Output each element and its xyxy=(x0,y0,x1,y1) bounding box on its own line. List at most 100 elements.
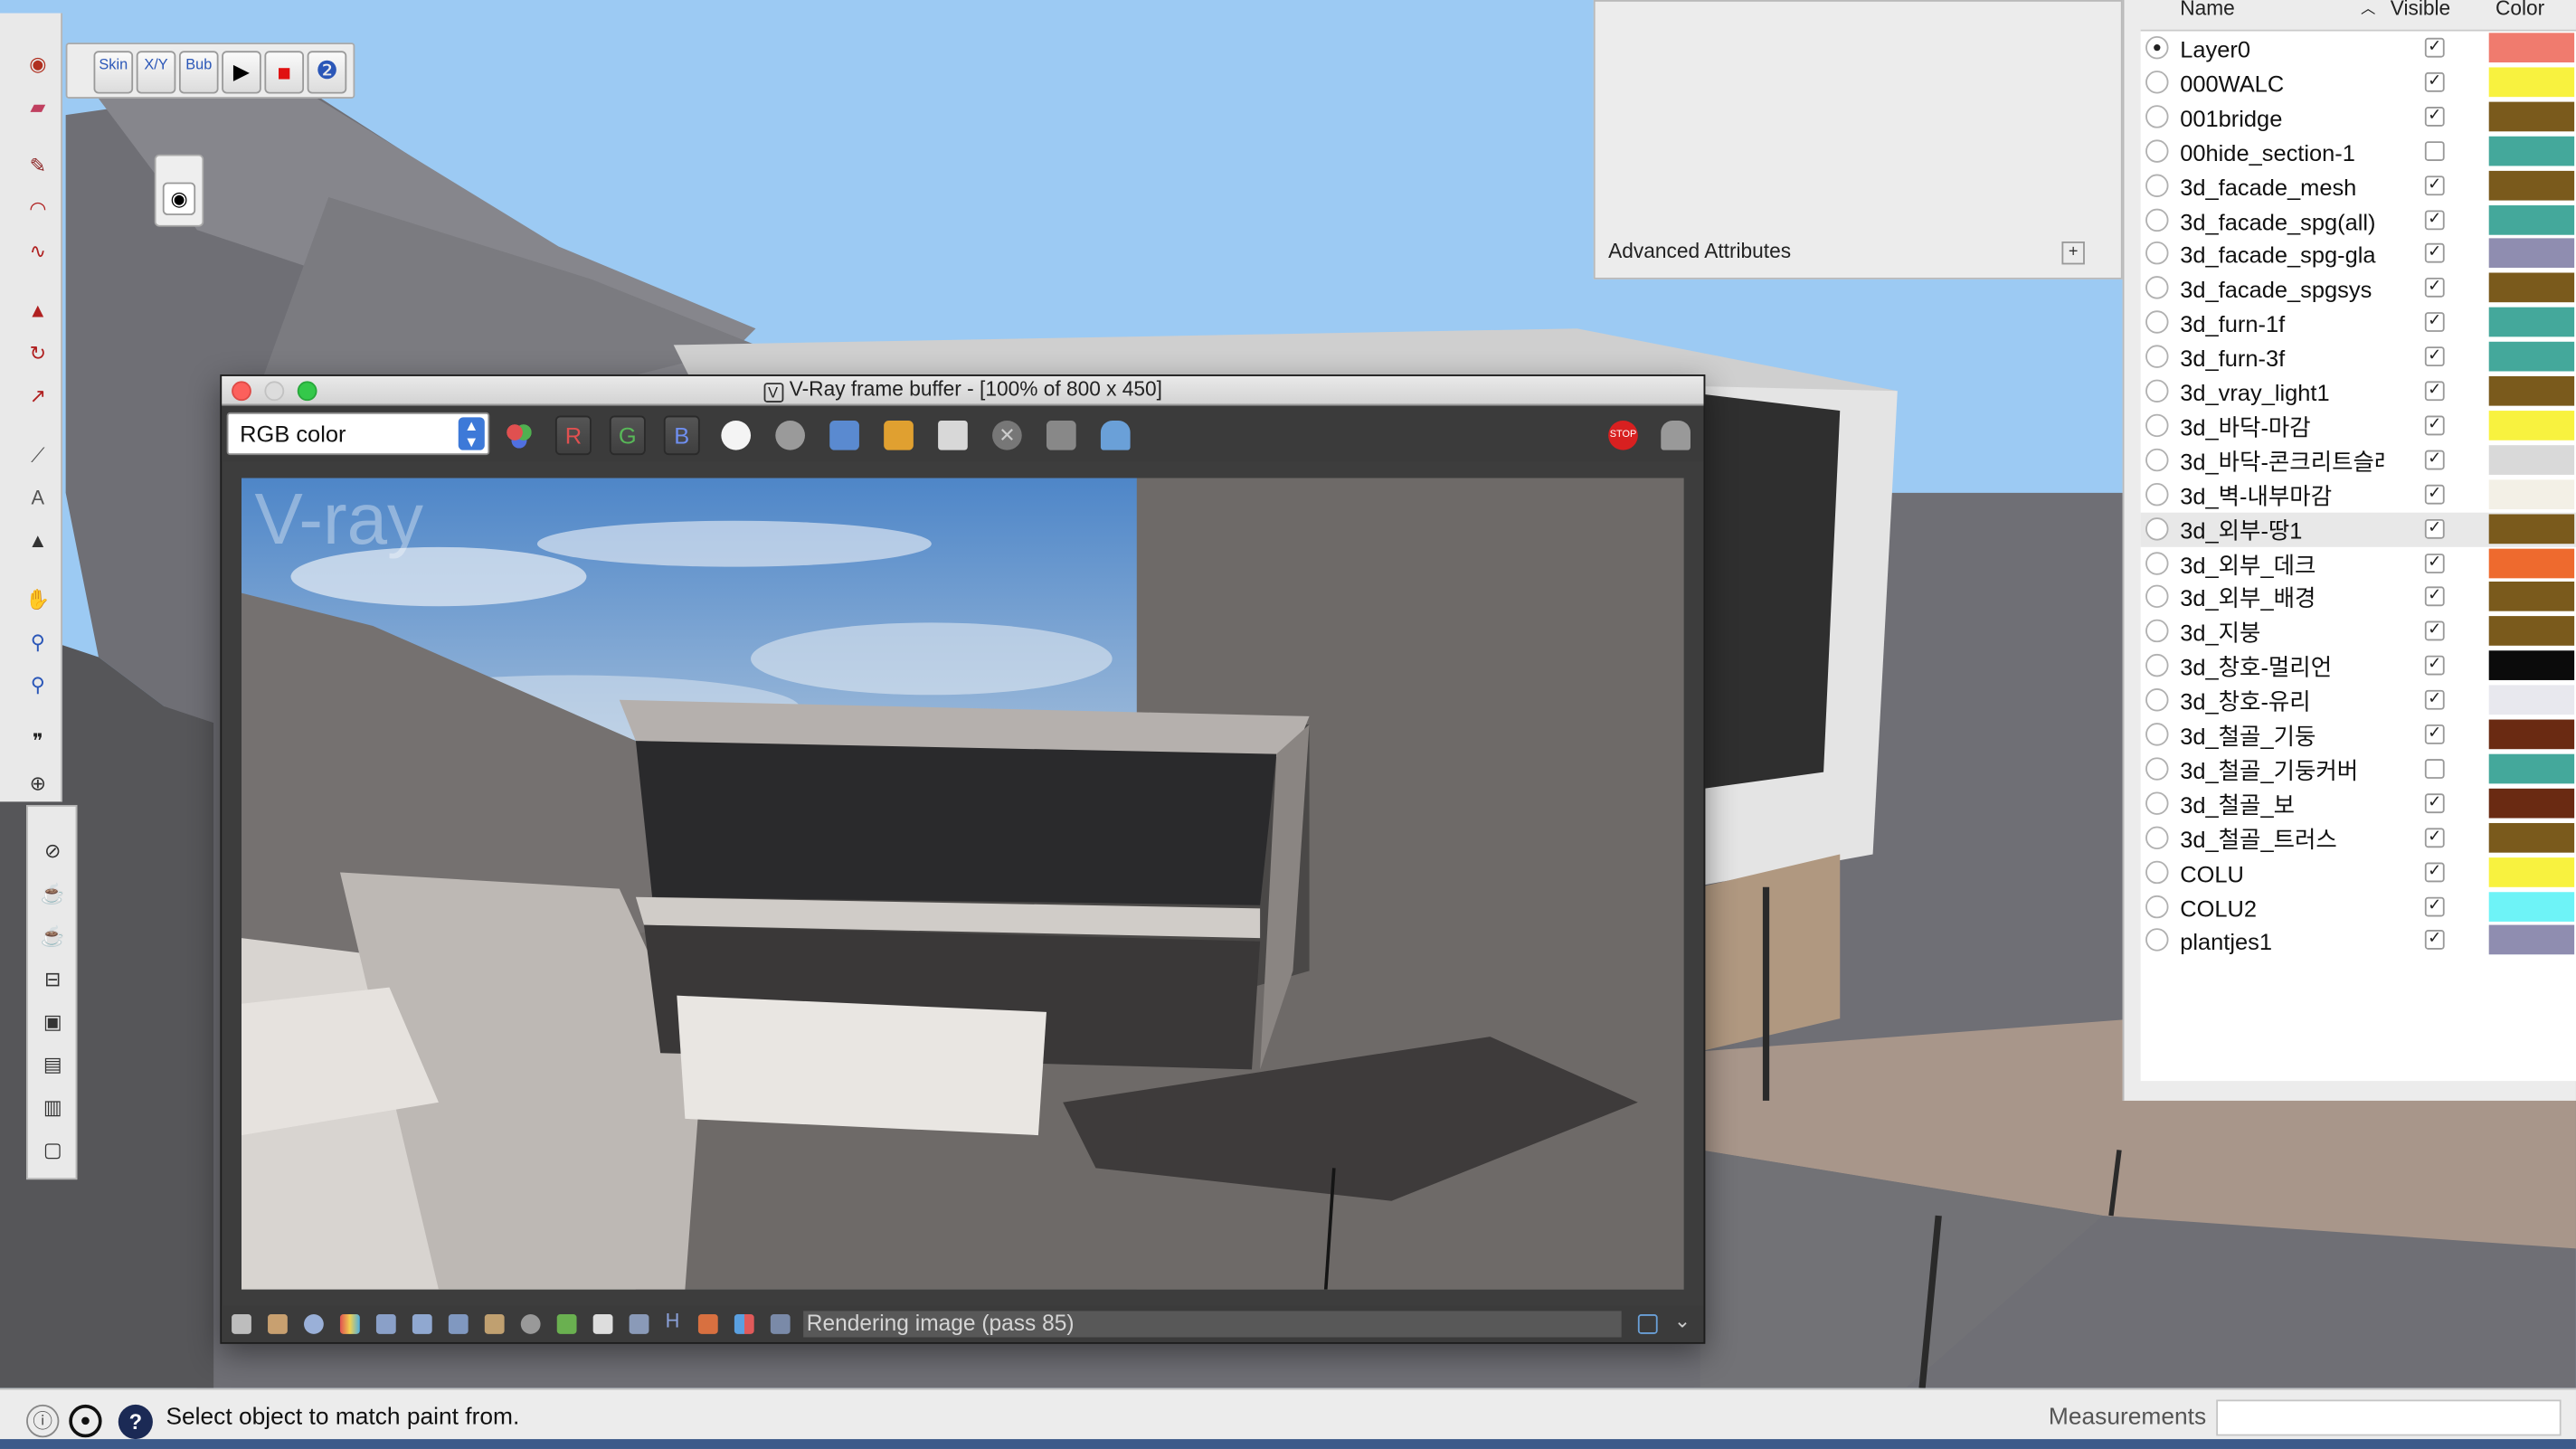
visible-checkbox[interactable]: ✓ xyxy=(2424,346,2445,367)
text-icon[interactable]: A xyxy=(23,483,52,513)
layer-row[interactable]: 00hide_section-1 xyxy=(2141,134,2576,168)
compare-icon[interactable] xyxy=(697,1314,718,1334)
visible-checkbox[interactable]: ✓ xyxy=(2424,930,2445,951)
layer-row[interactable]: 3d_furn-1f ✓ xyxy=(2141,306,2576,340)
visible-checkbox[interactable]: ✓ xyxy=(2424,484,2445,505)
active-layer-radio[interactable] xyxy=(2145,207,2169,232)
layer-color-swatch[interactable] xyxy=(2488,685,2575,715)
visible-checkbox[interactable]: ✓ xyxy=(2424,587,2445,607)
layer-color-swatch[interactable] xyxy=(2488,753,2575,784)
section-plane-icon[interactable]: ⊟ xyxy=(38,964,68,994)
layer-name[interactable]: 3d_창호-멀리언 xyxy=(2180,651,2383,684)
layer-name[interactable]: 3d_창호-유리 xyxy=(2180,686,2383,718)
layer-row[interactable]: 3d_벽-내부마감 ✓ xyxy=(2141,478,2576,512)
layer-color-swatch[interactable] xyxy=(2488,67,2575,97)
layer-color-swatch[interactable] xyxy=(2488,857,2575,887)
layer-row[interactable]: 3d_창호-유리 ✓ xyxy=(2141,684,2576,718)
visible-checkbox[interactable]: ✓ xyxy=(2424,106,2445,127)
layer-color-swatch[interactable] xyxy=(2488,925,2575,955)
window-icon[interactable] xyxy=(1637,1314,1658,1334)
color-correction-icon[interactable] xyxy=(339,1314,360,1334)
layer-name[interactable]: 3d_facade_spgsys xyxy=(2180,273,2383,306)
user-icon[interactable]: ● xyxy=(69,1404,102,1438)
layer-color-swatch[interactable] xyxy=(2488,582,2575,612)
layer-name[interactable]: 3d_외부_배경 xyxy=(2180,582,2383,615)
layer-color-swatch[interactable] xyxy=(2488,650,2575,681)
visible-checkbox[interactable]: ✓ xyxy=(2424,243,2445,264)
region-render-icon[interactable] xyxy=(1046,420,1076,450)
layer-name[interactable]: plantjes1 xyxy=(2180,925,2383,958)
dimension-icon[interactable]: ⟋ xyxy=(23,440,52,470)
visible-checkbox[interactable] xyxy=(2424,758,2445,779)
section-fill-icon[interactable]: ▥ xyxy=(38,1093,68,1122)
layer-row[interactable]: 3d_외부_배경 ✓ xyxy=(2141,581,2576,615)
visible-checkbox[interactable]: ✓ xyxy=(2424,792,2445,813)
layer-name[interactable]: 3d_바닥-마감 xyxy=(2180,411,2383,443)
layer-color-swatch[interactable] xyxy=(2488,33,2575,63)
layer-name[interactable]: 3d_vray_light1 xyxy=(2180,376,2383,409)
h-label[interactable]: H xyxy=(666,1310,680,1332)
active-layer-radio[interactable] xyxy=(2145,551,2169,574)
layer-color-swatch[interactable] xyxy=(2488,204,2575,234)
active-layer-radio[interactable] xyxy=(2145,620,2169,643)
freehand-icon[interactable]: ∿ xyxy=(23,237,52,267)
play-button[interactable]: ▶ xyxy=(222,51,261,94)
layer-name[interactable]: COLU xyxy=(2180,857,2383,889)
active-layer-radio[interactable] xyxy=(2145,688,2169,712)
layer-name[interactable]: 3d_furn-1f xyxy=(2180,308,2383,340)
gray-circle-icon[interactable] xyxy=(775,420,805,450)
active-layer-radio[interactable] xyxy=(2145,413,2169,437)
active-layer-radio[interactable] xyxy=(2145,516,2169,540)
active-layer-radio[interactable] xyxy=(2145,448,2169,471)
layer-row[interactable]: 3d_외부-땅1 ✓ xyxy=(2140,511,2576,547)
lock-icon[interactable]: ▢ xyxy=(38,1135,68,1165)
layer-name[interactable]: 3d_지붕 xyxy=(2180,617,2383,649)
active-layer-radio[interactable] xyxy=(2145,757,2169,781)
layer-name[interactable]: 3d_외부-땅1 xyxy=(2180,514,2383,546)
layer-color-swatch[interactable] xyxy=(2488,375,2575,406)
visible-checkbox[interactable]: ✓ xyxy=(2424,71,2445,92)
measurements-input[interactable] xyxy=(2216,1399,2562,1436)
color-channels-icon[interactable] xyxy=(504,420,535,450)
help-button[interactable]: ❷ xyxy=(307,51,347,94)
layer-row[interactable]: 3d_창호-멀리언 ✓ xyxy=(2141,649,2576,684)
active-layer-radio[interactable] xyxy=(2145,928,2169,952)
ocio-icon[interactable] xyxy=(629,1314,649,1334)
layer-color-swatch[interactable] xyxy=(2488,891,2575,922)
layer-row[interactable]: 3d_바닥-마감 ✓ xyxy=(2141,409,2576,443)
layer-color-swatch[interactable] xyxy=(2488,136,2575,166)
active-layer-radio[interactable] xyxy=(2145,585,2169,609)
help-icon[interactable]: ? xyxy=(118,1404,153,1440)
layer-name[interactable]: Layer0 xyxy=(2180,33,2383,65)
lut-icon[interactable] xyxy=(592,1314,613,1334)
save-icon[interactable] xyxy=(829,420,859,450)
layer-row[interactable]: 000WALC ✓ xyxy=(2141,65,2576,99)
active-layer-radio[interactable] xyxy=(2145,276,2169,300)
eye-icon[interactable]: ◉ xyxy=(162,182,196,215)
exposure-icon[interactable] xyxy=(484,1314,505,1334)
visible-checkbox[interactable] xyxy=(2424,140,2445,161)
layer-name[interactable]: 00hide_section-1 xyxy=(2180,136,2383,168)
arc-icon[interactable]: ◠ xyxy=(23,194,52,223)
layer-row[interactable]: Layer0 ✓ xyxy=(2141,32,2576,66)
layer-name[interactable]: 3d_벽-내부마감 xyxy=(2180,479,2383,512)
active-layer-radio[interactable] xyxy=(2145,482,2169,506)
layer-color-swatch[interactable] xyxy=(2488,513,2575,544)
layer-row[interactable]: 3d_vray_light1 ✓ xyxy=(2141,374,2576,409)
active-layer-radio[interactable] xyxy=(2145,723,2169,746)
layer-color-swatch[interactable] xyxy=(2488,616,2575,647)
layer-name[interactable]: 3d_철골_트러스 xyxy=(2180,822,2383,855)
layer-name[interactable]: 3d_철골_기둥 xyxy=(2180,720,2383,753)
crop-icon[interactable] xyxy=(770,1314,791,1334)
layer-name[interactable]: 000WALC xyxy=(2180,67,2383,99)
visible-checkbox[interactable]: ✓ xyxy=(2424,37,2445,58)
layer-color-swatch[interactable] xyxy=(2488,273,2575,303)
zoom-window-icon[interactable]: ⚲ xyxy=(23,670,52,700)
active-layer-radio[interactable] xyxy=(2145,826,2169,849)
active-layer-radio[interactable] xyxy=(2145,791,2169,815)
hsl-icon[interactable] xyxy=(375,1314,396,1334)
active-layer-radio[interactable] xyxy=(2145,173,2169,197)
layer-row[interactable]: 3d_facade_mesh ✓ xyxy=(2141,168,2576,203)
teapot-icon[interactable]: ☕ xyxy=(38,879,68,909)
layer-name[interactable]: 3d_철골_기둥커버 xyxy=(2180,753,2383,786)
